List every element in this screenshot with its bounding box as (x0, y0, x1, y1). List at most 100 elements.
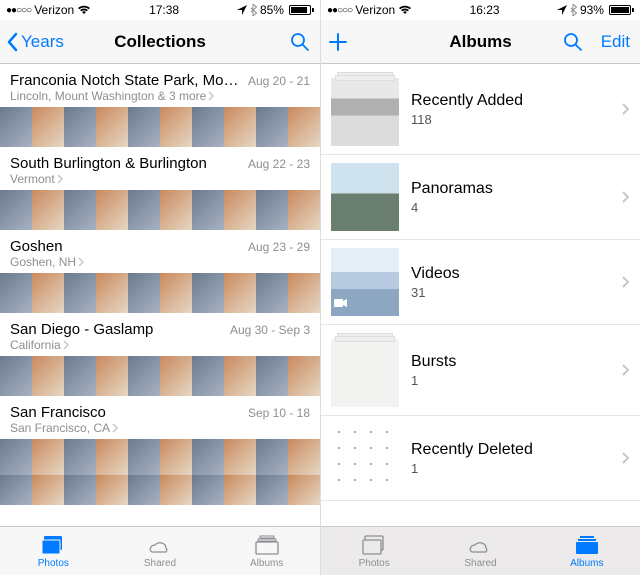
photos-albums-screen: ●●○○○ Verizon 16:23 93% Albums (320, 0, 640, 575)
album-name: Recently Added (411, 92, 609, 110)
album-count: 4 (411, 200, 609, 215)
carrier-label: Verizon (34, 3, 74, 17)
collection-date: Sep 10 - 18 (248, 406, 310, 420)
collections-list[interactable]: Franconia Notch State Park, Mount Washin… (0, 64, 320, 526)
collection-subtitle: Goshen, NH (10, 255, 76, 269)
page-title: Collections (114, 32, 206, 52)
photos-icon (361, 534, 387, 556)
battery-icon (607, 5, 634, 15)
tab-label: Photos (359, 558, 390, 569)
collection-subtitle: California (10, 338, 61, 352)
tab-photos[interactable]: Photos (0, 527, 107, 575)
wifi-icon (398, 5, 412, 15)
collection-date: Aug 23 - 29 (248, 240, 310, 254)
chevron-right-icon (112, 423, 119, 433)
wifi-icon (77, 5, 91, 15)
status-bar: ●●○○○ Verizon 16:23 93% (321, 0, 640, 20)
collection-item[interactable]: Goshen Goshen, NH Aug 23 - 29 (0, 230, 320, 313)
tab-albums[interactable]: Albums (534, 527, 640, 575)
chevron-right-icon (57, 174, 64, 184)
chevron-right-icon (621, 190, 630, 204)
video-badge-icon (334, 295, 348, 313)
thumbnail-strip[interactable] (0, 439, 320, 475)
collection-subtitle: Lincoln, Mount Washington & 3 more (10, 89, 206, 103)
search-button[interactable] (563, 32, 583, 52)
collection-title: Goshen (10, 238, 240, 255)
plus-icon (327, 31, 349, 53)
collection-item[interactable]: Franconia Notch State Park, Mount Washin… (0, 64, 320, 147)
thumbnail-strip[interactable] (0, 475, 320, 505)
shared-icon (147, 534, 173, 556)
search-button[interactable] (290, 32, 310, 52)
bluetooth-icon (570, 4, 577, 16)
back-button[interactable]: Years (6, 32, 64, 52)
album-name: Bursts (411, 353, 609, 371)
tab-bar: Photos Shared Albums (321, 526, 640, 575)
thumbnail-strip[interactable] (0, 190, 320, 230)
album-row[interactable]: Videos 31 (321, 240, 640, 325)
edit-button[interactable]: Edit (601, 32, 630, 52)
tab-shared[interactable]: Shared (107, 527, 214, 575)
collection-date: Aug 20 - 21 (248, 74, 310, 88)
album-name: Recently Deleted (411, 441, 609, 459)
location-icon (237, 5, 247, 15)
page-title: Albums (449, 32, 511, 52)
collection-item[interactable]: South Burlington & Burlington Vermont Au… (0, 147, 320, 230)
nav-bar: Albums Edit (321, 20, 640, 64)
collection-subtitle: San Francisco, CA (10, 421, 110, 435)
add-button[interactable] (327, 31, 349, 53)
album-row[interactable]: Bursts 1 (321, 325, 640, 416)
tab-bar: Photos Shared Albums (0, 526, 320, 575)
album-thumbnail (331, 424, 399, 492)
album-thumbnail (331, 78, 399, 146)
album-row[interactable]: Recently Added 118 (321, 64, 640, 155)
chevron-right-icon (621, 363, 630, 377)
album-row[interactable]: Recently Deleted 1 (321, 416, 640, 501)
collection-item[interactable]: San Diego - Gaslamp California Aug 30 - … (0, 313, 320, 396)
album-name: Panoramas (411, 180, 609, 198)
album-count: 1 (411, 373, 609, 388)
thumbnail-strip[interactable] (0, 356, 320, 396)
tab-label: Albums (570, 558, 603, 569)
album-thumbnail (331, 248, 399, 316)
album-name: Videos (411, 265, 609, 283)
collection-title: South Burlington & Burlington (10, 155, 240, 172)
albums-list[interactable]: Recently Added 118 Panoramas 4 Videos (321, 64, 640, 526)
tab-albums[interactable]: Albums (213, 527, 320, 575)
album-count: 118 (411, 112, 609, 127)
clock-label: 17:38 (149, 3, 179, 17)
collection-title: Franconia Notch State Park, Mount Washin… (10, 72, 240, 89)
tab-label: Shared (144, 558, 176, 569)
collection-date: Aug 30 - Sep 3 (230, 323, 310, 337)
chevron-right-icon (621, 275, 630, 289)
clock-label: 16:23 (470, 3, 500, 17)
collection-date: Aug 22 - 23 (248, 157, 310, 171)
album-count: 31 (411, 285, 609, 300)
chevron-right-icon (621, 451, 630, 465)
nav-bar: Years Collections (0, 20, 320, 64)
chevron-left-icon (6, 32, 18, 52)
tab-photos[interactable]: Photos (321, 527, 427, 575)
status-bar: ●●○○○ Verizon 17:38 85% (0, 0, 320, 20)
tab-label: Photos (38, 558, 69, 569)
chevron-right-icon (63, 340, 70, 350)
album-thumbnail (331, 163, 399, 231)
collection-subtitle: Vermont (10, 172, 55, 186)
signal-dots: ●●○○○ (6, 5, 31, 16)
signal-dots: ●●○○○ (327, 5, 352, 16)
carrier-label: Verizon (355, 3, 395, 17)
chevron-right-icon (208, 91, 215, 101)
collection-title: San Diego - Gaslamp (10, 321, 222, 338)
album-thumbnail (331, 339, 399, 407)
collection-item[interactable]: San Francisco San Francisco, CA Sep 10 -… (0, 396, 320, 505)
search-icon (563, 32, 583, 52)
battery-pct-label: 93% (580, 3, 604, 17)
tab-label: Albums (250, 558, 283, 569)
thumbnail-strip[interactable] (0, 107, 320, 147)
tab-shared[interactable]: Shared (427, 527, 533, 575)
album-row[interactable]: Panoramas 4 (321, 155, 640, 240)
shared-icon (467, 534, 493, 556)
albums-icon (254, 534, 280, 556)
chevron-right-icon (621, 102, 630, 116)
thumbnail-strip[interactable] (0, 273, 320, 313)
